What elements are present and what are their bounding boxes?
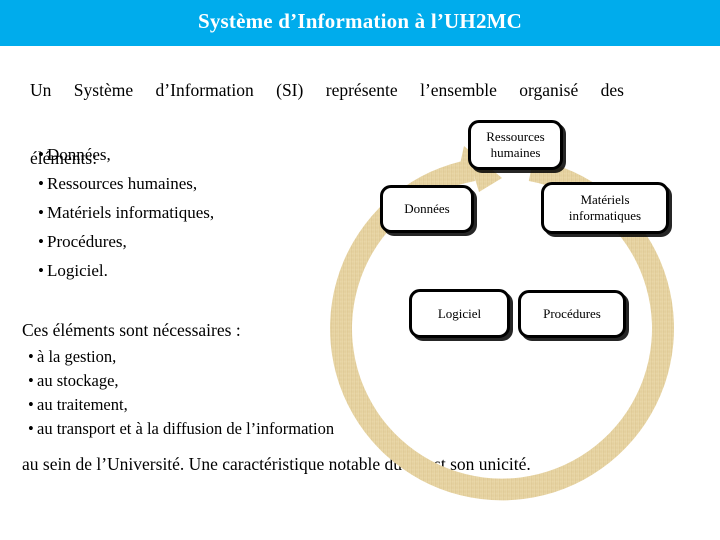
bullet-icon: • [28, 419, 34, 438]
bullet-icon: • [38, 261, 44, 280]
elements-bullet-list: • Données, • Ressources humaines, • Matérie… [38, 140, 214, 285]
process-box-label-line1: Matériels [580, 192, 630, 207]
process-box-ressources-humaines[interactable]: Ressources humaines [468, 120, 563, 170]
bullet-icon: • [28, 347, 34, 366]
process-box-label-line1: Logiciel [437, 305, 482, 321]
process-box-label: Ressources humaines [486, 129, 545, 161]
list-item-label: Logiciel. [47, 261, 108, 280]
bullet-icon: • [38, 174, 44, 193]
bullet-icon: • [28, 371, 34, 390]
list-item: • à la gestion, [28, 345, 334, 369]
process-box-label-line2: informatiques [568, 208, 642, 223]
bullet-icon: • [38, 203, 44, 222]
list-item: • Matériels informatiques, [38, 198, 214, 227]
needs-heading: Ces éléments sont nécessaires : [22, 320, 241, 340]
bullet-icon: • [38, 145, 44, 164]
list-item-label: Matériels informatiques, [47, 203, 215, 222]
needs-bullet-list: • à la gestion, • au stockage, • au traitem… [28, 345, 334, 441]
process-box-label-line2: humaines [490, 145, 541, 160]
list-item-label: au transport et à la diffusion de l’info… [37, 419, 335, 438]
list-item-label: Ressources humaines, [47, 174, 198, 193]
process-box-label: Procédures [543, 306, 601, 322]
list-item: • au stockage, [28, 369, 334, 393]
slide-canvas: Système d’Information à l’UH2MC Un Systè… [0, 0, 720, 540]
process-box-donnees[interactable]: Données [380, 185, 474, 233]
page-title: Système d’Information à l’UH2MC [197, 9, 523, 33]
list-item: • Procédures, [38, 227, 214, 256]
list-item: • Logiciel. [38, 256, 214, 285]
list-item: • Données, [38, 140, 214, 169]
process-box-label: Matériels informatiques [569, 192, 641, 224]
list-item-label: au traitement, [37, 395, 128, 414]
process-box-label: Données [404, 201, 450, 217]
list-item-label: au stockage, [37, 371, 119, 390]
process-box-label-line1: Données [404, 201, 450, 216]
list-item-label: à la gestion, [37, 347, 117, 366]
list-item: • au traitement, [28, 393, 334, 417]
process-box-procedures[interactable]: Procédures [518, 290, 626, 338]
process-box-logiciel[interactable]: Logiciel [409, 289, 510, 338]
list-item-label: Procédures, [47, 232, 127, 251]
process-box-materiels-informatiques[interactable]: Matériels informatiques [541, 182, 669, 234]
list-item: • Ressources humaines, [38, 169, 214, 198]
process-box-label: Logiciel [438, 306, 481, 322]
bullet-icon: • [38, 232, 44, 251]
bullet-icon: • [28, 395, 34, 414]
list-item: • au transport et à la diffusion de l’inf… [28, 417, 334, 441]
process-box-label-line1: Procédures [543, 306, 601, 321]
process-box-label-line1: Ressources [486, 129, 545, 144]
list-item-label: Données, [47, 145, 111, 164]
